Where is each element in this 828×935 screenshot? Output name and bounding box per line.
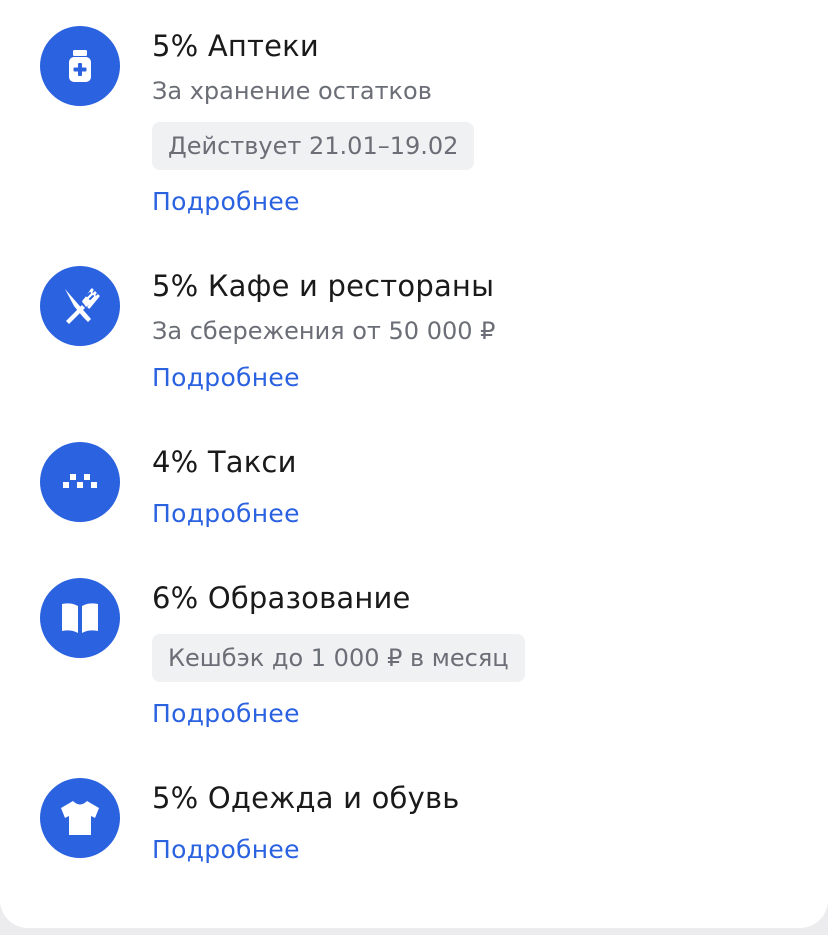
category-title: 5% Аптеки bbox=[152, 29, 319, 63]
fork-knife-icon bbox=[40, 266, 120, 346]
category-title: 5% Одежда и обувь bbox=[152, 781, 460, 815]
details-link[interactable]: Подробнее bbox=[152, 834, 300, 866]
limit-badge: Кешбэк до 1 000 ₽ в месяц bbox=[152, 634, 525, 682]
tshirt-icon bbox=[40, 778, 120, 858]
category-item-taxi: 4% Такси Подробнее bbox=[0, 442, 828, 542]
details-link[interactable]: Подробнее bbox=[152, 362, 300, 394]
pharmacy-icon bbox=[40, 26, 120, 106]
category-title: 6% Образование bbox=[152, 581, 411, 615]
category-subtitle: За сбережения от 50 000 ₽ bbox=[152, 317, 496, 345]
category-item-education: 6% Образование Кешбэк до 1 000 ₽ в месяц… bbox=[0, 578, 828, 738]
validity-badge: Действует 21.01–19.02 bbox=[152, 122, 475, 170]
category-title: 4% Такси bbox=[152, 445, 297, 479]
category-item-clothing: 5% Одежда и обувь Подробнее bbox=[0, 778, 828, 878]
details-link[interactable]: Подробнее bbox=[152, 186, 300, 218]
details-link[interactable]: Подробнее bbox=[152, 698, 300, 730]
category-title: 5% Кафе и рестораны bbox=[152, 269, 495, 303]
category-item-pharmacy: 5% Аптеки За хранение остатков Действует… bbox=[0, 26, 828, 226]
category-item-cafe: 5% Кафе и рестораны За сбережения от 50 … bbox=[0, 266, 828, 406]
category-subtitle: За хранение остатков bbox=[152, 77, 432, 105]
book-icon bbox=[40, 578, 120, 658]
taxi-icon bbox=[40, 442, 120, 522]
cashback-categories-card: 5% Аптеки За хранение остатков Действует… bbox=[0, 0, 828, 928]
details-link[interactable]: Подробнее bbox=[152, 498, 300, 530]
